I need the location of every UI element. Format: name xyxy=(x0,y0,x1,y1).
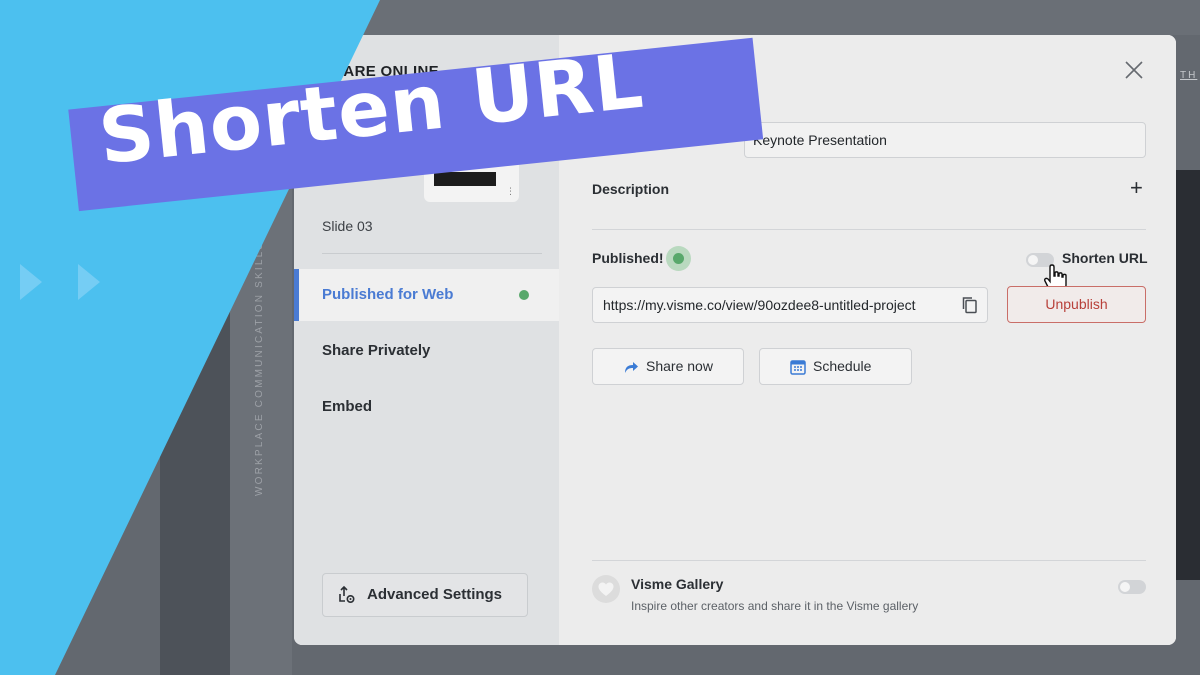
share-arrow-icon xyxy=(625,362,638,373)
published-url-value: https://my.visme.co/view/90ozdee8-untitl… xyxy=(603,297,916,313)
schedule-button[interactable]: Schedule xyxy=(759,348,912,385)
published-indicator xyxy=(666,246,691,271)
sidebar-item-share-privately[interactable]: Share Privately xyxy=(294,325,559,377)
sidebar-item-label: Share Privately xyxy=(322,342,431,359)
gallery-description: Inspire other creators and share it in t… xyxy=(631,599,919,613)
sidebar-divider xyxy=(322,253,542,254)
gallery-divider xyxy=(592,560,1146,561)
visme-gallery-toggle[interactable] xyxy=(1118,580,1146,594)
gallery-title: Visme Gallery xyxy=(631,576,724,592)
unpublish-button[interactable]: Unpublish xyxy=(1007,286,1146,323)
close-icon[interactable] xyxy=(1123,59,1145,81)
shorten-url-label: Shorten URL xyxy=(1062,250,1148,266)
advanced-settings-button[interactable]: Advanced Settings xyxy=(322,573,528,617)
chevron-right-icon xyxy=(20,264,42,300)
toggle-knob xyxy=(1120,582,1130,592)
share-now-label: Share now xyxy=(646,358,713,374)
sidebar-item-label: Embed xyxy=(322,398,373,415)
published-status-dot xyxy=(519,290,529,300)
schedule-label: Schedule xyxy=(813,358,872,374)
description-label: Description xyxy=(592,181,670,197)
sidebar-item-published-for-web[interactable]: Published for Web xyxy=(294,269,559,321)
add-description-icon[interactable]: + xyxy=(1130,177,1143,199)
settings-upload-icon xyxy=(339,585,355,604)
share-now-button[interactable]: Share now xyxy=(592,348,744,385)
drag-handle-icon: ⋮ xyxy=(506,186,515,196)
gallery-heart-icon xyxy=(592,575,620,603)
chevron-right-icon xyxy=(78,264,100,300)
sidebar-item-label: Published for Web xyxy=(322,286,454,303)
published-url-field[interactable]: https://my.visme.co/view/90ozdee8-untitl… xyxy=(592,287,988,323)
published-label: Published! xyxy=(592,250,664,266)
background-vertical-text: WORKPLACE COMMUNICATION SKILLS xyxy=(254,240,265,496)
project-name-value: Keynote Presentation xyxy=(753,132,887,148)
published-dot xyxy=(673,253,684,264)
calendar-icon xyxy=(790,360,806,375)
background-corner-text: TH xyxy=(1180,70,1198,81)
sidebar-item-embed[interactable]: Embed xyxy=(294,381,559,433)
content-divider xyxy=(592,229,1146,230)
active-indicator xyxy=(294,269,299,321)
slide-label: Slide 03 xyxy=(322,218,373,234)
toggle-knob xyxy=(1028,255,1038,265)
copy-icon[interactable] xyxy=(961,296,979,314)
advanced-settings-label: Advanced Settings xyxy=(367,586,503,603)
project-name-field[interactable]: Keynote Presentation xyxy=(744,122,1146,158)
background-right-panel xyxy=(1176,170,1200,580)
